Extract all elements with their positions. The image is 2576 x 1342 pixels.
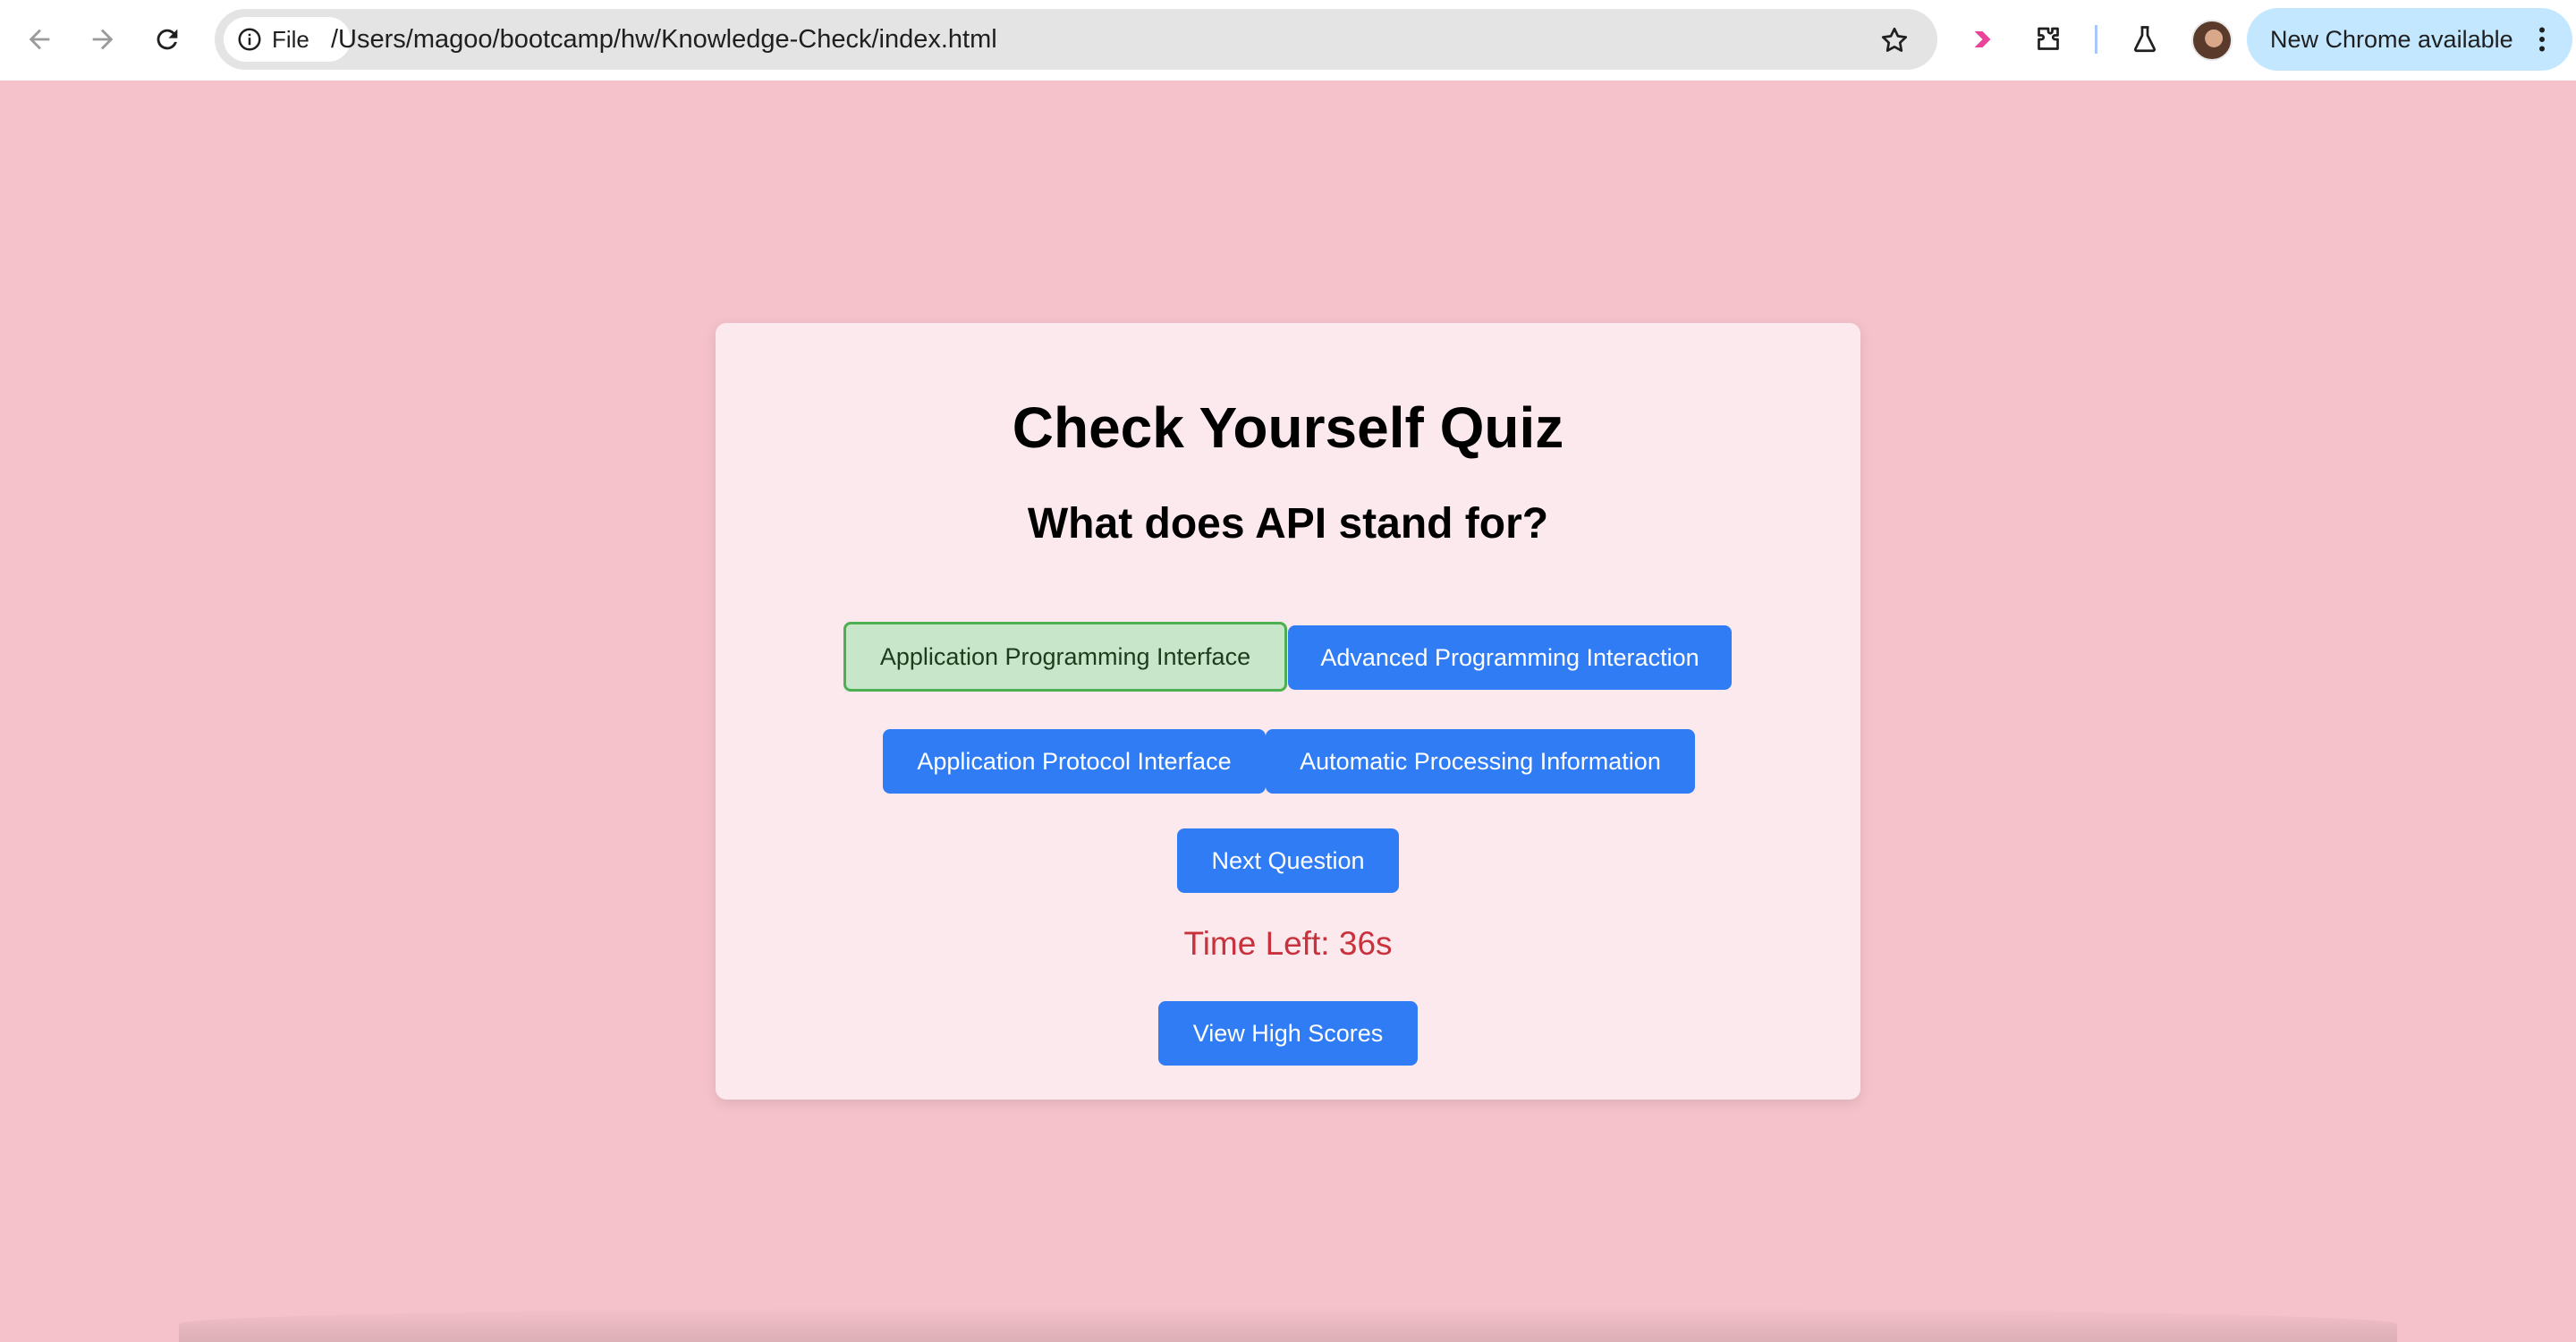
- view-high-scores-button[interactable]: View High Scores: [1158, 1001, 1418, 1066]
- next-question-button[interactable]: Next Question: [1177, 828, 1399, 893]
- arrow-right-icon: [92, 29, 114, 50]
- quiz-card: Check Yourself Quiz What does API stand …: [716, 323, 1860, 1100]
- arrow-left-icon: [29, 29, 50, 50]
- pink-arrow-icon: [1974, 31, 1991, 47]
- quiz-title: Check Yourself Quiz: [1012, 395, 1564, 460]
- labs-button[interactable]: [2125, 20, 2165, 59]
- answer-button-1[interactable]: Application Programming Interface: [843, 622, 1287, 692]
- question-text: What does API stand for?: [1027, 500, 1549, 548]
- chrome-update-label: New Chrome available: [2270, 26, 2513, 53]
- timer-text: Time Left: 36s: [1183, 925, 1393, 962]
- site-chip-label: File: [272, 25, 309, 53]
- browser-toolbar: File /Users/magoo/bootcamp/hw/Knowledge-…: [0, 0, 2576, 81]
- answer-button-3[interactable]: Application Protocol Interface: [883, 729, 1266, 794]
- extensions-button[interactable]: [2029, 20, 2068, 59]
- profile-avatar[interactable]: [2191, 20, 2233, 61]
- media-cast-button[interactable]: [1964, 20, 2004, 59]
- bookmark-star-icon[interactable]: [1878, 24, 1911, 56]
- forward-button[interactable]: [81, 18, 124, 61]
- reload-button[interactable]: [146, 18, 189, 61]
- reload-icon: [157, 29, 178, 50]
- more-vert-icon[interactable]: [2526, 23, 2558, 55]
- page-bottom-shadow: [179, 1306, 2397, 1342]
- url-text[interactable]: /Users/magoo/bootcamp/hw/Knowledge-Check…: [331, 9, 997, 70]
- info-icon: [238, 28, 261, 51]
- answer-button-4[interactable]: Automatic Processing Information: [1266, 729, 1695, 794]
- address-bar[interactable]: File /Users/magoo/bootcamp/hw/Knowledge-…: [215, 9, 1937, 70]
- answer-button-2[interactable]: Advanced Programming Interaction: [1288, 625, 1732, 690]
- back-button[interactable]: [18, 18, 61, 61]
- flask-icon: [2133, 26, 2157, 53]
- toolbar-divider: [2095, 25, 2097, 54]
- chrome-update-button[interactable]: New Chrome available: [2247, 8, 2572, 71]
- puzzle-icon: [2038, 27, 2059, 50]
